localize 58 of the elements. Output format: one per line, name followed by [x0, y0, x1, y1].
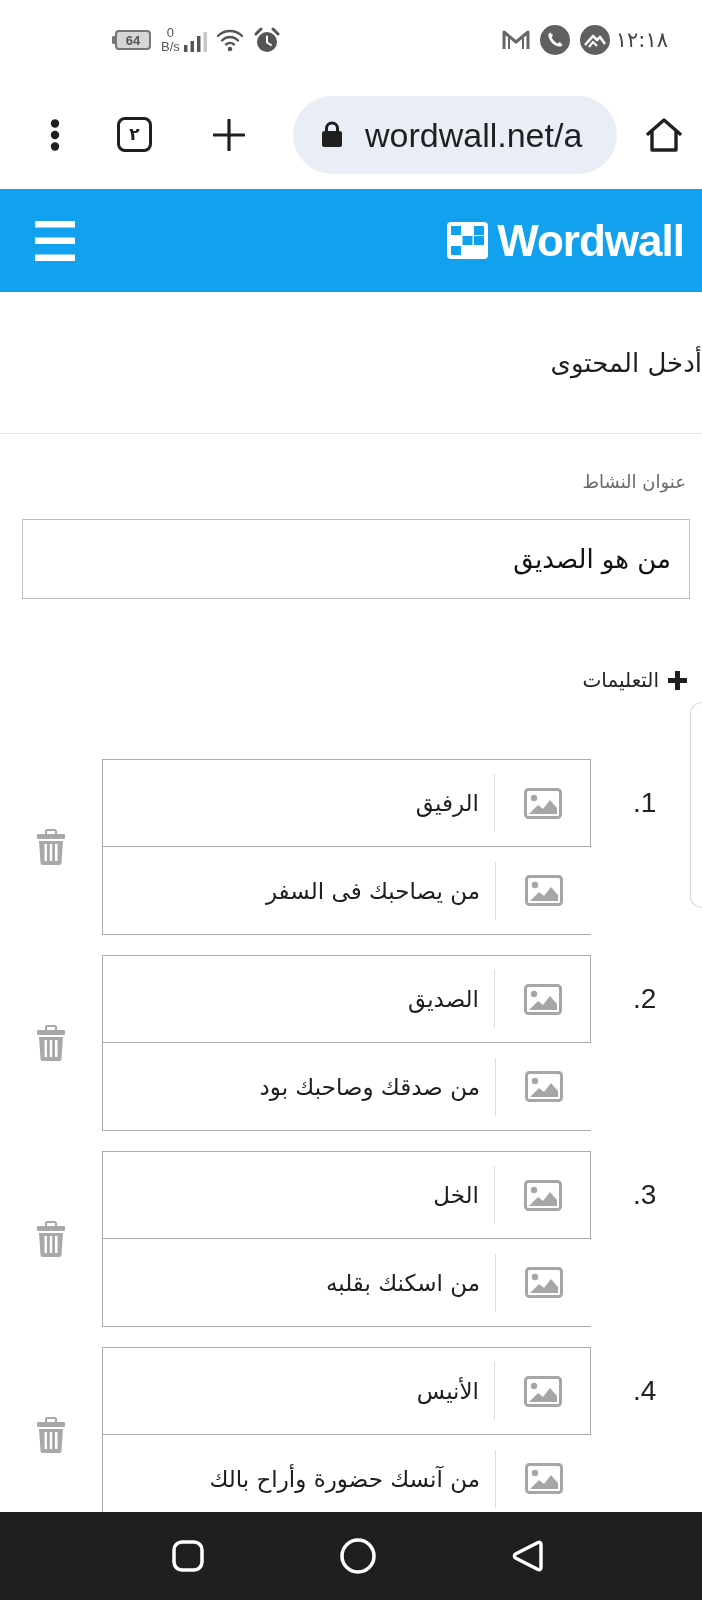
image-icon[interactable] — [523, 1375, 562, 1407]
item-number: 1. — [633, 786, 657, 820]
back-icon[interactable] — [511, 1539, 543, 1573]
logo-text: Wordwall — [497, 216, 684, 265]
mail-icon — [501, 29, 530, 51]
data-rate-value: 0 — [166, 26, 174, 40]
term-field[interactable]: الصديق — [102, 955, 591, 1043]
clock-time: ١٢:١٨ — [615, 27, 668, 54]
definition-text: من صدقك وصاحبك بود — [259, 1072, 480, 1103]
address-bar[interactable]: wordwall.net/a — [293, 95, 617, 174]
definition-field[interactable]: من اسكنك بقلبه — [102, 1239, 591, 1327]
term-field[interactable]: الرفيق — [102, 759, 591, 847]
menu-icon[interactable] — [35, 220, 75, 261]
definition-field[interactable]: من صدقك وصاحبك بود — [102, 1043, 591, 1131]
image-icon[interactable] — [524, 1071, 563, 1102]
wifi-icon — [215, 28, 244, 52]
trash-icon[interactable] — [36, 1417, 66, 1453]
nav-circle-icon[interactable] — [340, 1538, 376, 1574]
field-label: عنوان النشاط — [582, 470, 686, 494]
image-icon[interactable] — [524, 1463, 563, 1494]
signal-icon — [183, 32, 208, 52]
image-icon[interactable] — [523, 983, 562, 1015]
image-icon[interactable] — [523, 787, 562, 819]
term-text: الخل — [433, 1181, 479, 1210]
term-field[interactable]: الأنيس — [102, 1347, 591, 1435]
term-text: الصديق — [408, 985, 479, 1015]
definition-text: من آنسك حضورة وأراح بالك — [209, 1463, 480, 1495]
activity-title-field[interactable]: من هو الصديق — [22, 519, 690, 599]
data-rate-unit: B/s — [161, 40, 180, 54]
mountain-badge-icon — [579, 25, 610, 55]
definition-field[interactable]: من يصاحبك فى السفر — [102, 847, 591, 935]
tab-count-button[interactable]: ٢ — [117, 117, 152, 152]
item-number: 3. — [633, 1178, 657, 1212]
logo-icon — [447, 222, 489, 259]
item-number: 4. — [633, 1374, 657, 1408]
page-title: أدخل المحتوى — [550, 345, 702, 381]
image-icon[interactable] — [524, 1267, 563, 1298]
image-icon[interactable] — [524, 875, 563, 906]
item-number: 2. — [633, 982, 657, 1016]
trash-icon[interactable] — [36, 1025, 66, 1061]
plus-icon[interactable] — [213, 118, 245, 151]
phone-icon — [539, 25, 570, 55]
battery-indicator: 64 — [112, 30, 151, 50]
home-icon[interactable] — [646, 117, 682, 152]
definition-text: من يصاحبك فى السفر — [265, 876, 480, 907]
term-field[interactable]: الخل — [102, 1151, 591, 1239]
nav-square-icon[interactable] — [172, 1540, 204, 1572]
definition-text: من اسكنك بقلبه — [325, 1268, 480, 1299]
alarm-icon — [253, 27, 280, 53]
lock-icon — [321, 121, 343, 148]
instructions-toggle[interactable]: التعليمات — [582, 666, 687, 694]
url-text: wordwall.net/a — [365, 114, 583, 155]
trash-icon[interactable] — [36, 1221, 66, 1257]
term-text: الأنيس — [416, 1376, 479, 1406]
term-text: الرفيق — [415, 789, 479, 819]
trash-icon[interactable] — [36, 829, 66, 865]
image-icon[interactable] — [523, 1179, 562, 1211]
more-menu-icon[interactable] — [50, 118, 60, 151]
